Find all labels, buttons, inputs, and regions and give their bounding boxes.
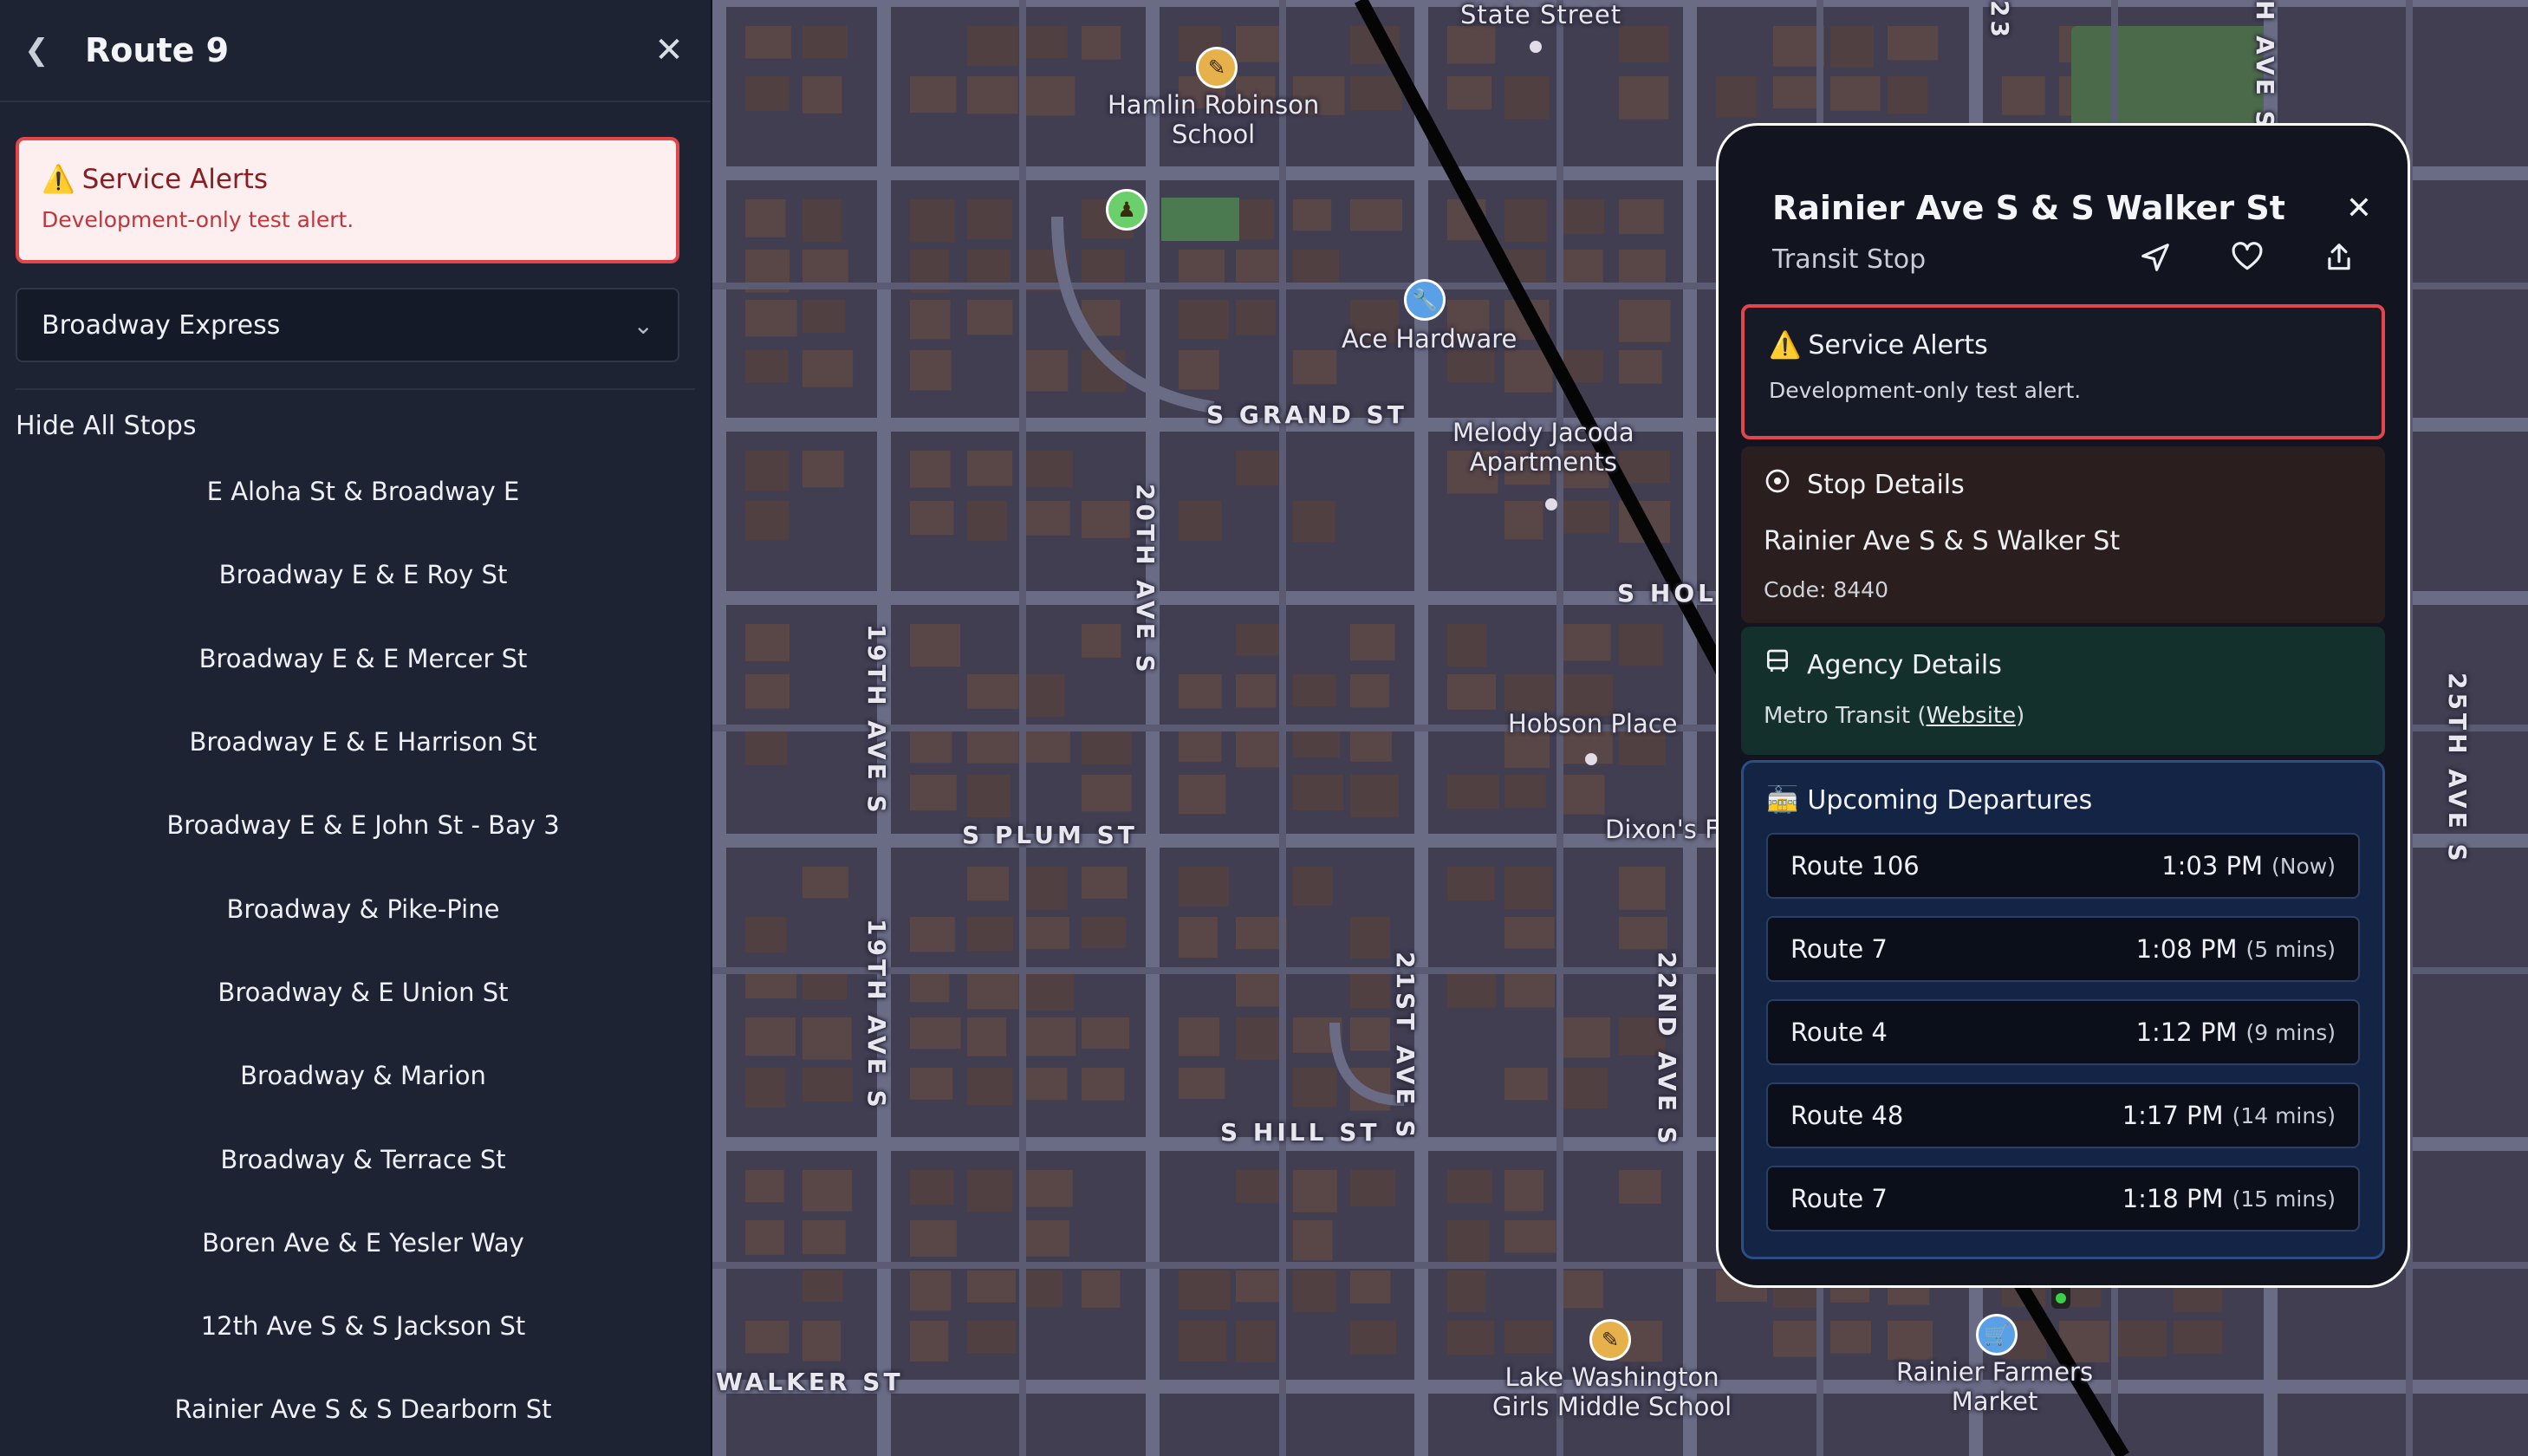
departure-row[interactable]: Route 4 1:12 PM (9 mins) [1766,999,2360,1065]
departure-route: Route 48 [1790,1101,1904,1130]
agency-website-link[interactable]: Website [1926,703,2016,729]
departure-relative: (15 mins) [2232,1186,2336,1212]
stop-popup-title: Rainier Ave S & S Walker St [1772,189,2285,227]
stop-list-item[interactable]: Broadway E & E John St - Bay 3 [0,783,726,867]
departure-relative: (Now) [2271,853,2336,879]
hide-all-stops-toggle[interactable]: Hide All Stops [0,390,711,441]
departure-row[interactable]: Route 106 1:03 PM (Now) [1766,833,2360,899]
poi-ace-label: Ace Hardware [1342,324,1517,354]
departure-row[interactable]: Route 7 1:18 PM (15 mins) [1766,1166,2360,1232]
close-icon[interactable]: ✕ [652,30,686,70]
agency-name: Metro Transit [1764,703,1911,729]
street-label-19th-a: 19TH AVE S [862,624,891,816]
street-label-h-ave: H AVE S [2251,0,2279,132]
departure-time: 1:03 PM [2161,851,2264,881]
departure-time: 1:08 PM [2135,934,2238,964]
street-label-22nd: 22ND AVE S [1653,952,1681,1147]
street-label-state: State Street [1460,0,1622,29]
popup-service-alert: ⚠️ Service Alerts Development-only test … [1741,304,2385,439]
alert-message: Development-only test alert. [42,207,354,232]
tram-icon: 🚋 [1766,785,1799,816]
departure-route: Route 7 [1790,1184,1888,1213]
school-pin-icon[interactable]: ✎ [1196,47,1238,88]
chevron-down-icon: ⌄ [633,310,653,340]
departure-relative: (14 mins) [2232,1102,2336,1128]
departure-time: 1:12 PM [2135,1017,2238,1047]
agency-details-title: Agency Details [1807,649,2002,680]
street-label-23rd: 23 [1985,0,2014,41]
departure-list: Route 106 1:03 PM (Now) Route 7 1:08 PM … [1766,833,2360,1232]
bus-icon [1764,647,1791,682]
alert-title: Service Alerts [81,163,268,195]
close-icon[interactable]: ✕ [2333,191,2385,226]
departure-route: Route 106 [1790,851,1920,881]
stop-list-item[interactable]: Broadway & Pike-Pine [0,867,726,950]
stop-details-card: Stop Details Rainier Ave S & S Walker St… [1741,446,2385,623]
street-label-21st: 21ST AVE S [1391,952,1420,1141]
hardware-pin-icon[interactable]: 🔧 [1404,279,1446,321]
stop-list: E Aloha St & Broadway E Broadway E & E R… [0,450,711,1452]
shopping-cart-pin-icon[interactable]: 🛒 [1976,1314,2018,1355]
departure-relative: (5 mins) [2245,936,2336,962]
popup-alert-title: Service Alerts [1808,330,1988,361]
stop-list-item[interactable]: Broadway & Terrace St [0,1117,726,1200]
stop-list-item[interactable]: Broadway E & E Harrison St [0,700,726,783]
stop-list-item[interactable]: Broadway E & E Roy St [0,533,726,616]
street-label-20th: 20TH AVE S [1131,484,1160,676]
popup-alert-message: Development-only test alert. [1769,378,2082,403]
stop-list-item[interactable]: Rainier Ave S & S Dearborn St [0,1368,726,1451]
service-alert-banner: ⚠️ Service Alerts Development-only test … [16,137,679,263]
departure-row[interactable]: Route 48 1:17 PM (14 mins) [1766,1082,2360,1148]
street-label-walker: WALKER ST [716,1368,904,1396]
stop-type-label: Transit Stop [1772,244,1927,275]
poi-dixon-label: Dixon's F [1605,815,1719,844]
chevron-left-icon[interactable]: ❮ [24,33,85,68]
poi-lakewash-label: Lake Washington Girls Middle School [1492,1362,1732,1421]
sidebar-header: ❮ Route 9 ✕ [0,0,711,102]
share-icon[interactable] [2293,241,2385,277]
school-pin-icon-2[interactable]: ✎ [1589,1319,1631,1361]
upcoming-departures-card: 🚋 Upcoming Departures Route 106 1:03 PM … [1741,760,2385,1259]
departure-route: Route 7 [1790,934,1888,964]
street-label-hill: S HILL ST [1220,1118,1381,1147]
warning-icon: ⚠️ [1769,330,1802,361]
route-sidebar: ❮ Route 9 ✕ ⚠️ Service Alerts Developmen… [0,0,712,1456]
route-variant-select[interactable]: Broadway Express ⌄ [16,288,679,362]
stop-list-item[interactable]: E Aloha St & Broadway E [0,450,726,533]
departure-row[interactable]: Route 7 1:08 PM (5 mins) [1766,916,2360,982]
stop-details-title: Stop Details [1807,469,1965,500]
stop-details-name: Rainier Ave S & S Walker St [1764,526,2121,556]
stop-list-item[interactable]: Broadway & Marion [0,1034,726,1117]
street-label-plum: S PLUM ST [962,821,1138,849]
stop-list-item[interactable]: Boren Ave & E Yesler Way [0,1201,726,1284]
stop-popup: Rainier Ave S & S Walker St ✕ Transit St… [1716,123,2410,1288]
directions-icon[interactable] [2109,241,2201,277]
park-pin-icon[interactable]: ♟ [1106,189,1147,231]
agency-link-open: ( [1917,703,1927,729]
street-label-grand: S GRAND ST [1206,400,1407,429]
poi-melody-label: Melody Jacoda Apartments [1452,418,1634,477]
heart-icon[interactable] [2201,241,2293,277]
poi-market-label: Rainier Farmers Market [1896,1357,2094,1416]
street-label-19th-b: 19TH AVE S [862,919,891,1111]
departure-time: 1:18 PM [2122,1184,2224,1213]
poi-hamlin-label: Hamlin Robinson School [1108,90,1320,149]
departure-time: 1:17 PM [2122,1101,2224,1130]
route-variant-value: Broadway Express [42,309,281,341]
info-circle-icon [1764,467,1791,502]
street-label-holgate: S HOL [1617,579,1717,608]
poi-hobson-label: Hobson Place [1508,709,1678,738]
stop-list-item[interactable]: Broadway & E Union St [0,951,726,1034]
upcoming-departures-title: Upcoming Departures [1807,785,2093,816]
warning-icon: ⚠️ [42,164,75,195]
stop-list-item[interactable]: Broadway E & E Mercer St [0,617,726,700]
stop-code: Code: 8440 [1764,577,1888,602]
agency-link-close: ) [2016,703,2025,729]
departure-relative: (9 mins) [2245,1019,2336,1045]
departure-route: Route 4 [1790,1017,1888,1047]
street-label-25th: 25TH AVE S [2443,673,2472,865]
agency-details-card: Agency Details Metro Transit (Website) [1741,627,2385,755]
route-title: Route 9 [85,31,230,69]
stop-list-item[interactable]: 12th Ave S & S Jackson St [0,1284,726,1368]
